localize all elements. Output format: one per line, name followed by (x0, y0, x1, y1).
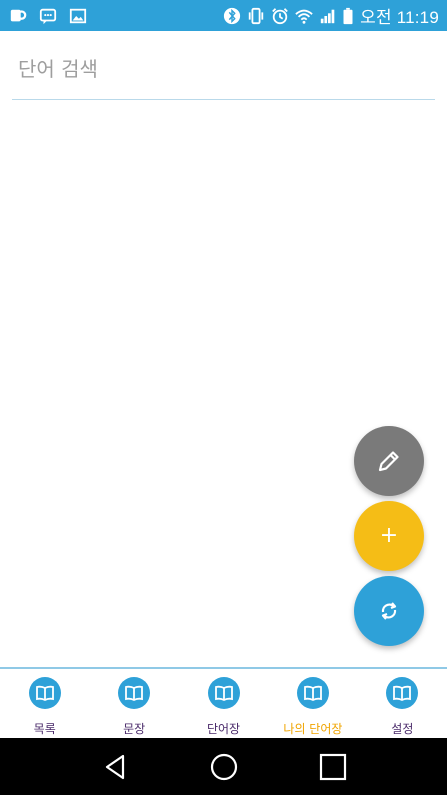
nav-label: 목록 (33, 722, 56, 736)
book-icon (207, 677, 240, 709)
search-input[interactable] (12, 40, 435, 98)
book-icon (296, 677, 329, 709)
nav-label: 나의 단어장 (283, 722, 343, 736)
bluetooth-icon (222, 6, 242, 26)
add-fab-button[interactable]: + (354, 501, 424, 571)
refresh-fab-button[interactable] (354, 576, 424, 646)
wifi-icon (294, 6, 314, 26)
chat-notification-icon (38, 6, 58, 26)
home-icon (210, 753, 237, 780)
vibrate-icon (246, 6, 266, 26)
status-time: 오전 11:19 (360, 8, 439, 27)
status-notifications (0, 6, 88, 26)
book-icon (118, 677, 151, 709)
status-bar: 오전 11:19 (0, 0, 447, 31)
search-underline (12, 99, 435, 100)
nav-label: 설정 (391, 722, 414, 736)
system-nav-bar (0, 738, 447, 795)
recents-button[interactable] (313, 747, 353, 787)
home-button[interactable] (204, 747, 244, 787)
nav-label: 문장 (123, 722, 146, 736)
back-button[interactable] (95, 747, 135, 787)
refresh-icon (381, 602, 397, 620)
book-icon (28, 677, 61, 709)
back-icon (105, 754, 124, 779)
nav-label: 단어장 (206, 722, 241, 736)
nav-item-my-wordbook[interactable]: 나의 단어장 (268, 669, 357, 738)
search-bar (12, 40, 435, 100)
book-icon (386, 677, 419, 709)
bottom-nav: 목록 문장 단어장 나의 단어장 설정 (0, 667, 447, 738)
nav-item-list[interactable]: 목록 (0, 669, 89, 738)
status-indicators: 오전 11:19 (222, 3, 447, 28)
battery-icon (342, 6, 354, 26)
app-notification-icon (8, 6, 28, 26)
nav-item-settings[interactable]: 설정 (358, 669, 447, 738)
edit-fab-button[interactable] (354, 426, 424, 496)
recents-icon (319, 753, 346, 780)
pencil-icon (378, 451, 399, 472)
nav-item-sentences[interactable]: 문장 (89, 669, 178, 738)
signal-icon (318, 6, 338, 26)
plus-icon: + (379, 523, 399, 548)
image-notification-icon (68, 6, 88, 26)
nav-item-wordbook[interactable]: 단어장 (179, 669, 268, 738)
alarm-icon (270, 6, 290, 26)
